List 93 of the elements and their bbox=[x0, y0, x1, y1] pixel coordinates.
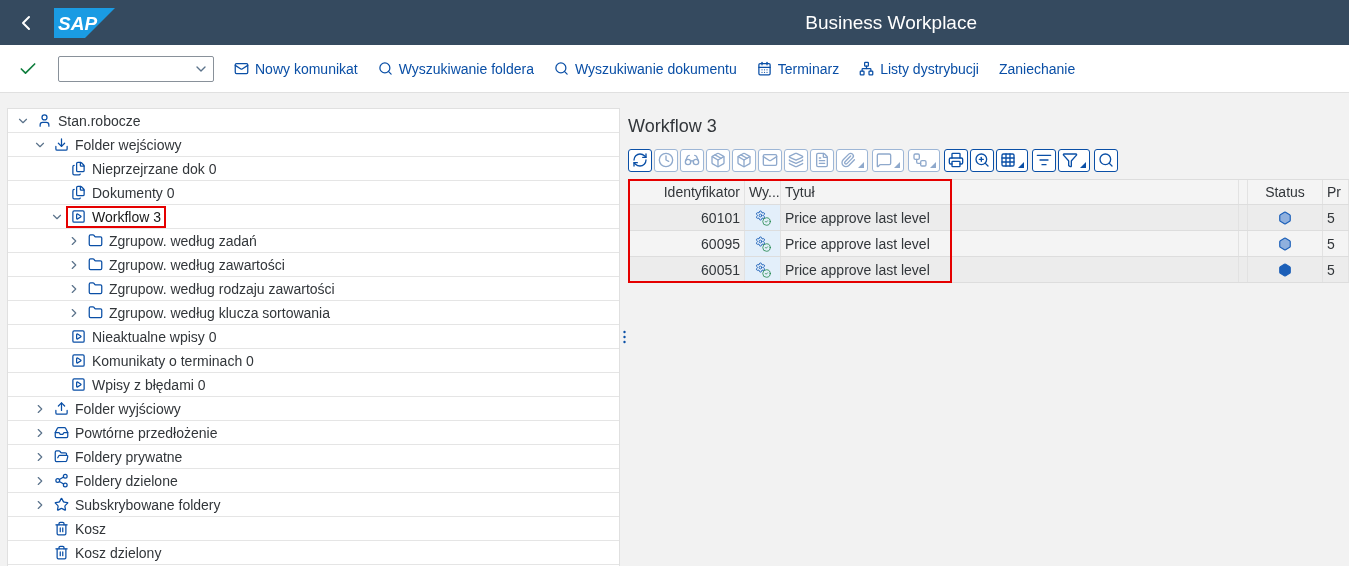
tree-item[interactable]: Kosz dzielony bbox=[51, 543, 165, 562]
doc-icon bbox=[814, 152, 830, 168]
zoom-icon bbox=[974, 152, 990, 168]
print-tool-button[interactable] bbox=[944, 148, 968, 172]
tree-item[interactable]: Zgrupow. według klucza sortowania bbox=[85, 303, 333, 322]
toolbar-button[interactable]: Nowy komunikat bbox=[234, 60, 358, 77]
search-icon bbox=[1098, 152, 1114, 168]
workflow-icon bbox=[71, 209, 86, 224]
folder-icon bbox=[88, 305, 103, 320]
tree-item[interactable]: Workflow 3 bbox=[68, 207, 164, 226]
outbox-icon bbox=[54, 401, 69, 416]
logo: SAP bbox=[54, 7, 115, 38]
tree-item[interactable]: Kosz bbox=[51, 519, 110, 538]
search-tool-button[interactable] bbox=[1094, 148, 1118, 172]
tree-item[interactable]: Zgrupow. według rodzaju zawartości bbox=[85, 279, 338, 298]
tree-item[interactable]: Wpisy z błędami 0 bbox=[68, 375, 209, 394]
workflow-icon bbox=[71, 329, 86, 344]
menu-arrow-icon bbox=[894, 161, 900, 168]
table-cell: Price approve last level bbox=[781, 257, 1239, 282]
tree-item[interactable]: Folder wejściowy bbox=[51, 135, 185, 154]
workflow-icon bbox=[71, 353, 86, 368]
toolbar-button[interactable]: Wyszukiwanie dokumentu bbox=[553, 60, 737, 77]
column-header[interactable]: Tytuł bbox=[781, 180, 1239, 204]
package-icon bbox=[710, 152, 726, 168]
tree-item[interactable]: Foldery dzielone bbox=[51, 471, 181, 490]
command-field[interactable] bbox=[58, 55, 214, 82]
refresh-tool-button[interactable] bbox=[628, 148, 652, 172]
workflow-icon bbox=[71, 377, 86, 392]
menu-arrow-icon bbox=[858, 161, 864, 168]
user-icon bbox=[37, 113, 52, 128]
column-header[interactable]: Identyfikator bbox=[628, 180, 745, 204]
task-icon bbox=[754, 235, 771, 252]
glasses-icon bbox=[684, 152, 700, 168]
menu-arrow-icon bbox=[930, 161, 936, 168]
column-header[interactable]: Wy... bbox=[745, 180, 781, 204]
package-icon bbox=[736, 152, 752, 168]
doc-icon bbox=[71, 185, 86, 200]
splitter-handle[interactable] bbox=[622, 330, 626, 344]
mail-icon bbox=[762, 152, 778, 168]
shared-icon bbox=[54, 473, 69, 488]
table-cell: Price approve last level bbox=[781, 205, 1239, 230]
mail-icon bbox=[234, 61, 249, 76]
menu-arrow-icon bbox=[1080, 161, 1086, 168]
comment-icon bbox=[876, 152, 892, 168]
clock-icon bbox=[658, 152, 674, 168]
trash-icon bbox=[54, 545, 69, 560]
grid-tool-button[interactable] bbox=[996, 148, 1028, 172]
sort-icon bbox=[1036, 152, 1052, 168]
tree-item[interactable]: Zgrupow. według zadań bbox=[85, 231, 260, 250]
toolbar-button[interactable]: Listy dystrybucji bbox=[859, 60, 979, 77]
tree-item[interactable]: Foldery prywatne bbox=[51, 447, 186, 466]
doc-icon bbox=[71, 161, 86, 176]
refresh-icon bbox=[632, 152, 648, 168]
hierarchy-icon bbox=[912, 152, 928, 168]
table-cell: 5 bbox=[1323, 257, 1349, 282]
table-cell: 5 bbox=[1323, 231, 1349, 256]
trash-icon bbox=[54, 521, 69, 536]
inbox-icon bbox=[54, 137, 69, 152]
folder-icon bbox=[88, 257, 103, 272]
column-header[interactable]: Status bbox=[1248, 180, 1323, 204]
tree-item[interactable]: Stan.robocze bbox=[34, 111, 144, 130]
menu-arrow-icon bbox=[1018, 161, 1024, 168]
table-cell: 5 bbox=[1323, 205, 1349, 230]
folder-icon bbox=[88, 233, 103, 248]
tree-item[interactable]: Subskrybowane foldery bbox=[51, 495, 224, 514]
tree-item[interactable]: Komunikaty o terminach 0 bbox=[68, 351, 257, 370]
tree-item[interactable]: Nieprzejrzane dok 0 bbox=[68, 159, 220, 178]
toolbar-button[interactable]: Terminarz bbox=[756, 60, 840, 77]
toolbar-button[interactable]: Wyszukiwanie foldera bbox=[377, 60, 534, 77]
sort-tool-button[interactable] bbox=[1032, 148, 1056, 172]
tree-item[interactable]: Dokumenty 0 bbox=[68, 183, 178, 202]
filter-icon bbox=[1062, 152, 1078, 168]
stack-icon bbox=[788, 152, 804, 168]
calendar-icon bbox=[756, 61, 772, 76]
folder-icon bbox=[88, 281, 103, 296]
filter-tool-button[interactable] bbox=[1058, 148, 1090, 172]
attach-icon bbox=[840, 152, 856, 168]
tree-item[interactable]: Zgrupow. według zawartości bbox=[85, 255, 288, 274]
search-icon bbox=[377, 61, 393, 76]
window-title: Business Workplace bbox=[805, 11, 977, 34]
column-header[interactable]: Pr bbox=[1323, 180, 1349, 204]
grid-icon bbox=[1000, 152, 1016, 168]
content-title: Workflow 3 bbox=[628, 116, 717, 136]
tree-item[interactable]: Powtórne przedłożenie bbox=[51, 423, 221, 442]
tree-item[interactable]: Folder wyjściowy bbox=[51, 399, 184, 418]
table-cell: Price approve last level bbox=[781, 231, 1239, 256]
search-icon bbox=[553, 61, 569, 76]
tree-item[interactable]: Nieaktualne wpisy 0 bbox=[68, 327, 220, 346]
print-icon bbox=[948, 152, 964, 168]
task-icon bbox=[754, 261, 771, 278]
zoom-tool-button[interactable] bbox=[970, 148, 994, 172]
task-icon bbox=[754, 209, 771, 226]
toolbar-button[interactable]: Zaniechanie bbox=[999, 60, 1076, 77]
